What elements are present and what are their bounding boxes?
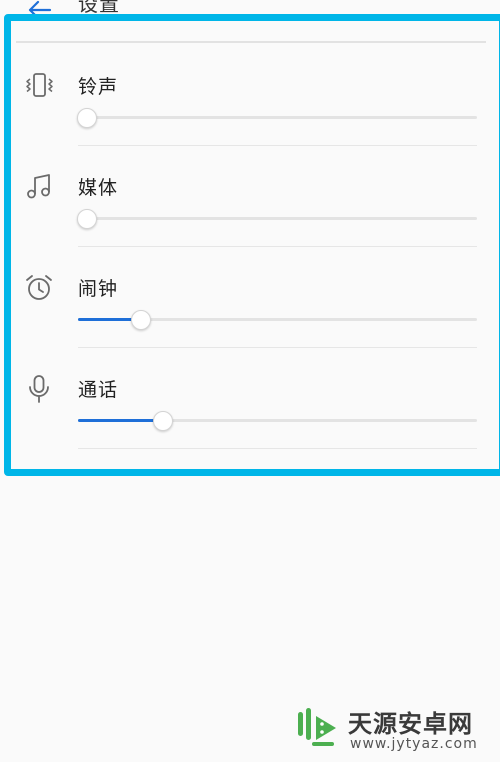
back-button[interactable]	[24, 0, 54, 20]
volume-row-media: 媒体	[0, 144, 500, 247]
app-bar: 设置	[0, 0, 500, 30]
volume-label-media: 媒体	[78, 177, 119, 199]
slider-thumb[interactable]	[152, 411, 173, 431]
watermark-title: 天源安卓网	[348, 709, 473, 738]
microphone-icon	[24, 374, 54, 404]
slider-thumb[interactable]	[76, 209, 97, 229]
volume-label-call: 通话	[78, 379, 119, 401]
alarm-clock-icon	[24, 273, 54, 303]
slider-thumb[interactable]	[130, 310, 151, 330]
slider-thumb[interactable]	[76, 108, 97, 128]
vibrate-ring-icon	[24, 71, 54, 101]
slider-fill	[78, 419, 162, 422]
android-logo-icon	[292, 702, 344, 754]
back-arrow-icon	[28, 0, 52, 20]
watermark: 天源安卓网 www.jytyaz.com	[292, 702, 492, 758]
volume-row-ringtone: 铃声	[0, 43, 500, 146]
volume-row-alarm: 闹钟	[0, 245, 500, 348]
ringtone-volume-slider[interactable]	[76, 106, 477, 130]
slider-track	[78, 217, 477, 220]
watermark-url: www.jytyaz.com	[350, 736, 478, 752]
volume-label-ringtone: 铃声	[78, 76, 119, 98]
alarm-volume-slider[interactable]	[78, 308, 477, 332]
call-volume-slider[interactable]	[78, 409, 477, 433]
media-volume-slider[interactable]	[76, 207, 477, 231]
row-divider	[78, 448, 477, 449]
music-note-icon	[24, 172, 54, 202]
volume-row-call: 通话	[0, 346, 500, 449]
slider-track	[78, 116, 477, 119]
volume-label-alarm: 闹钟	[78, 278, 119, 300]
page-title: 设置	[78, 0, 120, 16]
